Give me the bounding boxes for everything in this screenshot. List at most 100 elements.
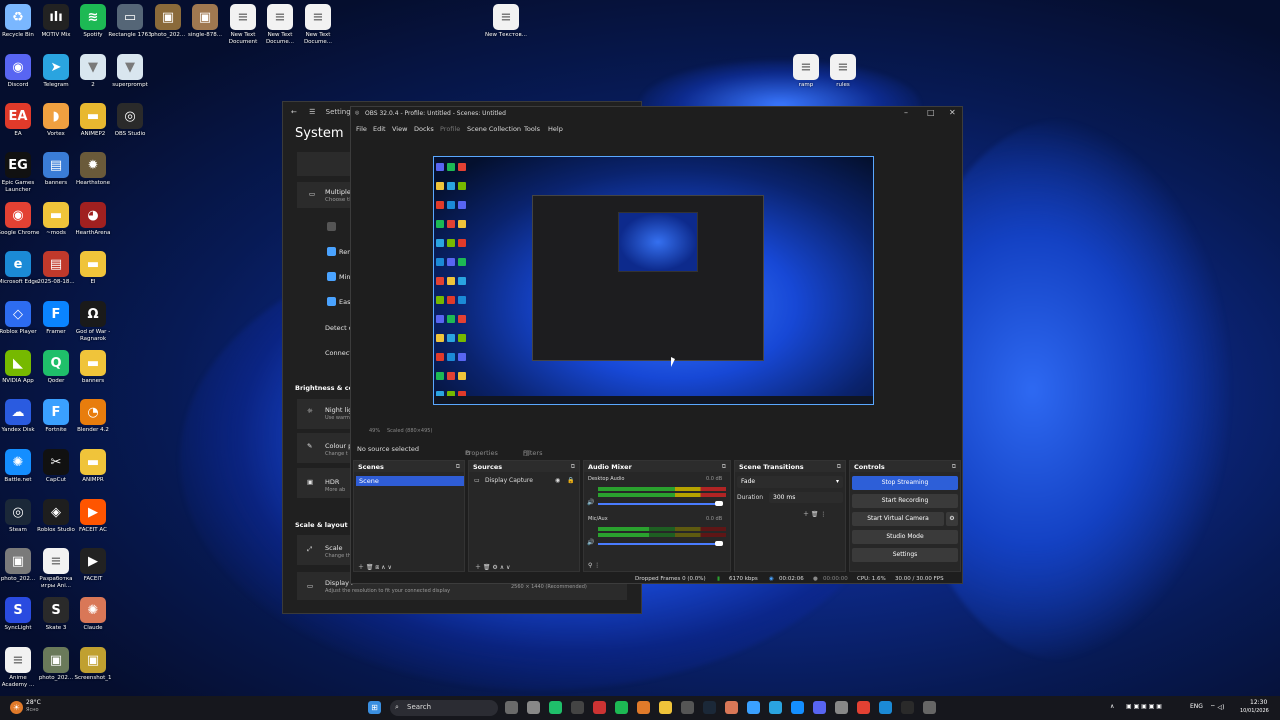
bitrate: 6170 kbps — [729, 576, 758, 582]
desktop-icon[interactable]: ▶ FACEIT AC — [71, 499, 115, 534]
settings-button[interactable]: Settings — [852, 548, 958, 562]
taskbar-app-icon[interactable] — [681, 701, 694, 714]
dock-float-icon[interactable]: ⧉ — [837, 463, 841, 471]
zoom-level[interactable]: 49% — [369, 428, 380, 434]
sources-toolbar-icons[interactable]: ＋ 🗑 ⚙ ∧ ∨ — [475, 562, 510, 571]
scene-item[interactable]: Scene — [356, 476, 464, 486]
desktop-icon[interactable]: ✺ Claude — [71, 597, 115, 632]
night-light-row[interactable] — [297, 399, 357, 429]
desktop-icon[interactable]: ▬ EI — [71, 251, 115, 286]
taskbar-app-icon[interactable] — [637, 701, 650, 714]
dock-float-icon[interactable]: ⧉ — [722, 463, 726, 471]
taskbar-app-icon[interactable] — [923, 701, 936, 714]
menu-docks[interactable]: Docks — [414, 125, 434, 133]
maximize-button[interactable]: □ — [927, 108, 935, 117]
start-recording-button[interactable]: Start Recording — [852, 494, 958, 508]
stop-streaming-button[interactable]: Stop Streaming — [852, 476, 958, 490]
hamburger-icon[interactable]: ☰ — [309, 108, 315, 116]
close-button[interactable]: ✕ — [949, 108, 956, 117]
minimize-button[interactable]: – — [904, 108, 908, 117]
taskbar-app-icon[interactable] — [703, 701, 716, 714]
language-indicator[interactable]: ENG — [1190, 703, 1203, 710]
preview-mini-icon — [458, 277, 466, 285]
checkbox-eas[interactable] — [327, 297, 336, 306]
dock-float-icon[interactable]: ⧉ — [952, 463, 956, 471]
desktop-audio-fader[interactable] — [598, 503, 722, 505]
taskbar-app-icon[interactable] — [857, 701, 870, 714]
mixer-toolbar-icons[interactable]: ⚲ ⋮ — [588, 562, 600, 569]
weather-temp[interactable]: 28°C — [26, 699, 41, 706]
taskbar-app-icon[interactable] — [791, 701, 804, 714]
taskbar-app-icon[interactable] — [835, 701, 848, 714]
duration-input[interactable]: 300 ms — [769, 492, 843, 503]
desktop-icon[interactable]: ◎ OBS Studio — [108, 103, 152, 138]
speaker-icon[interactable]: 🔊 — [587, 499, 594, 506]
menu-file[interactable]: File — [356, 125, 367, 133]
weather-icon[interactable]: ☀ — [10, 701, 23, 714]
dock-float-icon[interactable]: ⧉ — [571, 463, 575, 471]
desktop-icon[interactable]: ▬ banners — [71, 350, 115, 385]
taskbar-app-icon[interactable] — [527, 701, 540, 714]
menu-edit[interactable]: Edit — [373, 125, 386, 133]
desktop-audio-fader-knob[interactable] — [715, 501, 723, 506]
menu-view[interactable]: View — [392, 125, 407, 133]
lock-icon[interactable]: 🔒 — [567, 477, 574, 484]
speaker-icon[interactable]: 🔊 — [587, 539, 594, 546]
taskbar-search[interactable]: ⌕ Search — [390, 700, 498, 716]
scaled-label[interactable]: Scaled (880×495) — [387, 428, 432, 434]
checkbox-rem[interactable] — [327, 247, 336, 256]
clock-date[interactable]: 10/01/2026 — [1240, 708, 1269, 714]
desktop-icon[interactable]: ◔ Blender 4.2 — [71, 399, 115, 434]
back-arrow-icon[interactable]: ← — [291, 108, 297, 116]
desktop-icon[interactable]: ▶ FACEIT — [71, 548, 115, 583]
taskbar-app-icon[interactable] — [879, 701, 892, 714]
desktop-audio-meter — [598, 487, 726, 491]
taskbar-app-icon[interactable] — [659, 701, 672, 714]
desktop-icon[interactable]: ≡ New Текстов... — [484, 4, 528, 39]
taskbar-app-icon[interactable] — [593, 701, 606, 714]
taskbar-app-icon[interactable] — [549, 701, 562, 714]
desktop-icon[interactable]: ◕ HearthArena — [71, 202, 115, 237]
start-icon[interactable]: ⊞ — [368, 701, 381, 714]
taskbar-app-icon[interactable] — [571, 701, 584, 714]
taskbar-app-icon[interactable] — [813, 701, 826, 714]
start-virtual-camera-button[interactable]: Start Virtual Camera — [852, 512, 944, 526]
desktop-icon[interactable]: ≡ rules — [821, 54, 865, 89]
transition-toolbar-icons[interactable]: ＋ 🗑 ⋮ — [803, 509, 826, 518]
obs-titlebar[interactable]: ◎ OBS 32.0.4 - Profile: Untitled - Scene… — [351, 107, 962, 121]
obs-window[interactable]: ◎ OBS 32.0.4 - Profile: Untitled - Scene… — [350, 106, 963, 584]
clock-time[interactable]: 12:30 — [1250, 699, 1267, 706]
menu-scene-collection[interactable]: Scene Collection — [467, 125, 521, 133]
eye-icon[interactable]: ◉ — [555, 477, 560, 484]
menu-tools[interactable]: Tools — [524, 125, 540, 133]
chevron-up-icon[interactable]: ∧ — [1110, 703, 1114, 710]
obs-preview[interactable] — [433, 156, 874, 405]
taskbar-app-icon[interactable] — [747, 701, 760, 714]
mic-aux-fader[interactable] — [598, 543, 722, 545]
desktop-icon[interactable]: ▬ ANIMPR — [71, 449, 115, 484]
taskbar-app-icon[interactable] — [901, 701, 914, 714]
audio-mixer-header: Audio Mixer ⧉ — [584, 461, 730, 472]
desktop-icon[interactable]: ▼ superprompt — [108, 54, 152, 89]
desktop-icon[interactable]: Ω God of War - Ragnarok — [71, 301, 115, 342]
menu-profile[interactable]: Profile — [440, 125, 460, 133]
dock-float-icon[interactable]: ⧉ — [456, 463, 460, 471]
studio-mode-button[interactable]: Studio Mode — [852, 530, 958, 544]
app-icon: ≡ — [305, 4, 331, 30]
mic-aux-fader-knob[interactable] — [715, 541, 723, 546]
source-item[interactable]: Display Capture — [485, 477, 533, 484]
taskbar-app-icon[interactable] — [769, 701, 782, 714]
desktop-icon[interactable]: ✹ Hearthstone — [71, 152, 115, 187]
checkbox-min[interactable] — [327, 272, 336, 281]
transition-select[interactable]: Fade ▾ — [737, 476, 843, 488]
taskbar-app-icon[interactable] — [725, 701, 738, 714]
tray-icons[interactable]: ▣ ▣ ▣ ▣ ▣ — [1126, 703, 1162, 710]
menu-help[interactable]: Help — [548, 125, 563, 133]
desktop-icon[interactable]: ≡ New Text Docume... — [296, 4, 340, 45]
taskbar-app-icon[interactable] — [505, 701, 518, 714]
network-volume-icons[interactable]: ⌔ ◁) — [1210, 703, 1225, 711]
taskbar-app-icon[interactable] — [615, 701, 628, 714]
scenes-toolbar-icons[interactable]: ＋ 🗑 ⧈ ∧ ∨ — [358, 562, 392, 572]
virtual-camera-settings-gear-icon[interactable]: ⚙ — [946, 512, 958, 526]
desktop-icon[interactable]: ▣ Screenshot_1 — [71, 647, 115, 682]
